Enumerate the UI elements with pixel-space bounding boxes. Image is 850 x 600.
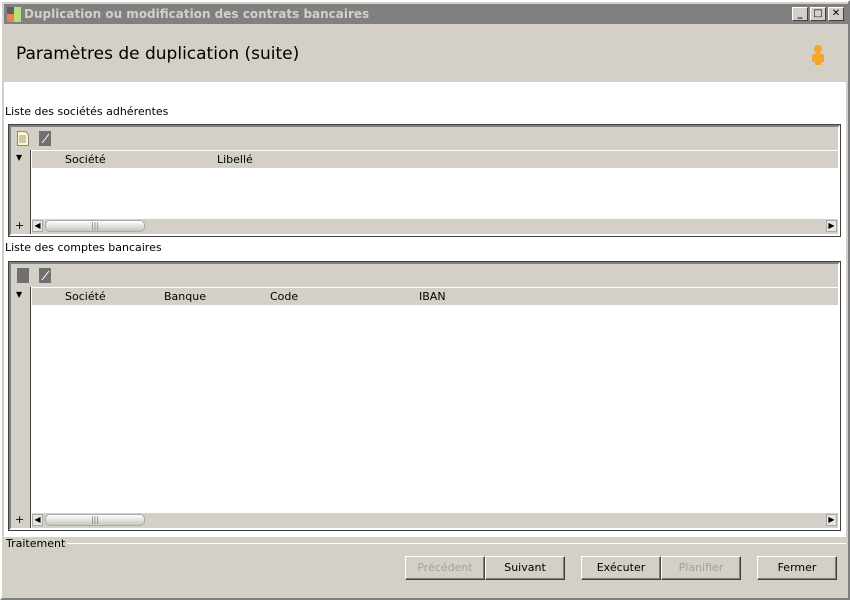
title-bar: Duplication ou modification des contrats… bbox=[4, 4, 848, 24]
window-title: Duplication ou modification des contrats… bbox=[24, 7, 370, 21]
horizontal-scrollbar[interactable]: + ◀ ||| ▶ bbox=[15, 513, 838, 528]
section-label-societes: Liste des sociétés adhérentes bbox=[5, 105, 171, 118]
column-header-societe[interactable]: Société bbox=[65, 153, 106, 166]
column-headers: Société Banque Code IBAN bbox=[32, 287, 838, 305]
expand-icon[interactable]: ▼ bbox=[16, 153, 22, 162]
scroll-left-button[interactable]: ◀ bbox=[32, 220, 43, 232]
section-label-comptes: Liste des comptes bancaires bbox=[5, 241, 164, 254]
export-icon[interactable] bbox=[39, 131, 51, 146]
page-title: Paramètres de duplication (suite) bbox=[16, 44, 300, 64]
column-header-societe[interactable]: Société bbox=[65, 290, 106, 303]
user-icon[interactable] bbox=[810, 44, 826, 66]
grid-toolbar bbox=[11, 264, 838, 287]
export-icon[interactable] bbox=[39, 268, 51, 283]
page-header: Paramètres de duplication (suite) bbox=[4, 24, 848, 84]
comptes-grid[interactable]: ▼ Société Banque Code IBAN + ◀ ||| ▶ bbox=[8, 261, 841, 531]
close-button[interactable]: ✕ bbox=[828, 7, 844, 21]
scroll-thumb[interactable]: ||| bbox=[45, 514, 145, 526]
scroll-thumb[interactable]: ||| bbox=[45, 220, 145, 232]
expand-icon[interactable]: ▼ bbox=[16, 290, 22, 299]
add-row-icon[interactable]: + bbox=[15, 219, 24, 232]
column-header-iban[interactable]: IBAN bbox=[419, 290, 446, 303]
societes-grid[interactable]: ▼ Société Libellé + ◀ ||| ▶ bbox=[8, 124, 841, 237]
close-dialog-button[interactable]: Fermer bbox=[757, 556, 837, 580]
scroll-left-button[interactable]: ◀ bbox=[32, 514, 43, 526]
column-header-libelle[interactable]: Libellé bbox=[217, 153, 253, 166]
column-header-code[interactable]: Code bbox=[270, 290, 298, 303]
column-header-banque[interactable]: Banque bbox=[164, 290, 206, 303]
scroll-right-button[interactable]: ▶ bbox=[826, 220, 837, 232]
minimize-button[interactable]: _ bbox=[792, 7, 808, 21]
app-icon bbox=[7, 7, 21, 22]
next-button[interactable]: Suivant bbox=[485, 556, 565, 580]
new-document-icon[interactable] bbox=[17, 131, 29, 146]
scroll-right-button[interactable]: ▶ bbox=[826, 514, 837, 526]
maximize-button[interactable]: □ bbox=[810, 7, 826, 21]
document-icon[interactable] bbox=[17, 268, 29, 283]
horizontal-scrollbar[interactable]: + ◀ ||| ▶ bbox=[15, 219, 838, 234]
traitement-label: Traitement bbox=[6, 537, 68, 550]
grid-toolbar bbox=[11, 127, 838, 150]
previous-button[interactable]: Précédent bbox=[405, 556, 485, 580]
column-headers: Société Libellé bbox=[32, 150, 838, 168]
schedule-button[interactable]: Planifier bbox=[661, 556, 741, 580]
add-row-icon[interactable]: + bbox=[15, 513, 24, 526]
row-header-column: ▼ bbox=[11, 287, 31, 528]
execute-button[interactable]: Exécuter bbox=[581, 556, 661, 580]
